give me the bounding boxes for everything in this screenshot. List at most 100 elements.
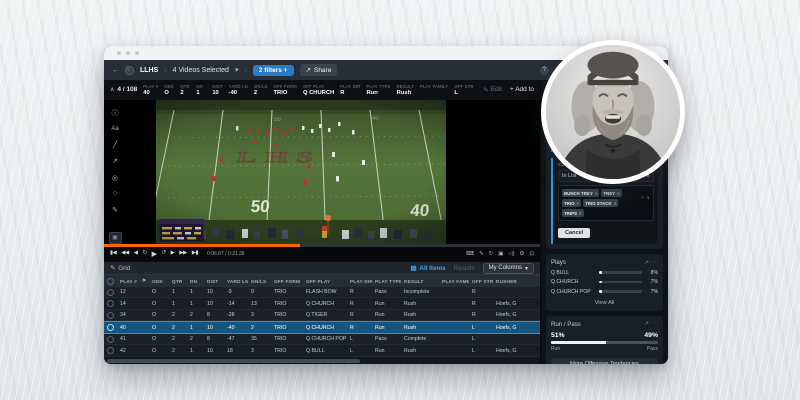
col-offstr[interactable]: OFF STR [469,279,493,284]
skip-start-icon[interactable]: ▮◀ [110,250,116,258]
table-row[interactable]: 42 O 2 1 10 18 3 TRIO Q BULL L Run Rush … [104,345,540,357]
col-playfamily[interactable]: PLAY FAMILY [439,279,469,284]
edit-button[interactable]: ✎ Edit [483,86,502,94]
horizontal-scrollbar[interactable] [104,357,540,364]
col-play[interactable]: PLAY # [117,279,139,284]
cell-playdir: L [347,336,372,342]
col-result[interactable]: RESULT [401,279,439,284]
cancel-button[interactable]: Cancel [558,228,590,238]
col-offform[interactable]: OFF FORM [271,279,303,284]
results-button[interactable]: Results [454,265,475,272]
formation-tag[interactable]: TRIO × [562,199,581,207]
tool-settings-icon[interactable]: ▣ [109,232,122,244]
caret-down-icon[interactable]: ∨ [647,195,650,201]
table-row[interactable]: 40 O 2 1 10 -40 2 TRIO Q CHURCH R Run Ru… [104,321,540,334]
filters-button[interactable]: 2 filters + [253,65,294,76]
col-odk[interactable]: ODK [149,279,169,284]
remove-tag-icon[interactable]: × [579,211,582,216]
flag-icon[interactable]: ⚑ [139,278,149,284]
ellipse-tool-icon[interactable]: ○ [110,189,120,198]
caret-down-icon[interactable]: ▾ [235,66,239,74]
row-radio[interactable] [104,312,117,319]
add-to-button[interactable]: + Add to [510,86,534,93]
video-frame[interactable]: LHS 50 40 50 40 [156,100,446,244]
share-button[interactable]: ↗ Share [300,64,338,76]
videos-selected-dropdown[interactable]: 4 Videos Selected [173,67,229,74]
fast-forward-icon[interactable]: ▶▶ [179,250,186,258]
loop-icon[interactable]: ↻ [489,251,494,257]
formation-tags-input[interactable]: × ∨ BUNCH TREY × TREY × TRIO × TRIO STAC… [558,185,654,221]
clear-tags-icon[interactable]: × [641,195,644,201]
my-columns-dropdown[interactable]: My Columns ▾ [483,263,534,274]
telestrate-icon[interactable]: ✎ [479,251,484,257]
volume-icon[interactable]: ◁) [508,251,514,257]
remove-tag-icon[interactable]: × [614,201,617,206]
row-radio[interactable] [104,289,117,296]
arrow-tool-icon[interactable]: ↗ [110,157,120,166]
window-control-dot[interactable] [126,51,130,55]
formation-tag[interactable]: BUNCH TREY × [562,189,599,197]
scrollbar-thumb[interactable] [107,359,360,363]
cell-odk: O [149,312,169,318]
formation-tag[interactable]: TREY × [601,189,621,197]
all-items-button[interactable]: ▤ All Items [410,265,445,272]
col-dist[interactable]: DIST [204,279,224,284]
remove-tag-icon[interactable]: × [577,201,580,206]
row-radio[interactable] [104,336,117,343]
formation-tag[interactable]: TRIO STACK × [583,199,618,207]
frame-back-icon[interactable]: ◀ [134,250,138,258]
col-rusher[interactable]: RUSHER [493,279,540,284]
highlight-tool-icon[interactable]: ✎ [110,205,120,214]
team-name[interactable]: LLHS [140,67,158,74]
seek-bar[interactable] [104,244,540,247]
loop-back-icon[interactable]: ↻ [142,250,146,258]
window-control-dot[interactable] [117,51,121,55]
col-offplay[interactable]: OFF PLAY [303,279,347,284]
loop-forward-icon[interactable]: ↺ [161,250,165,258]
fullscreen-icon[interactable]: ⊡ [529,251,534,257]
spotlight-tool-icon[interactable]: ◎ [110,173,120,182]
skip-end-icon[interactable]: ▶▮ [192,250,198,258]
table-row[interactable]: 41 O 2 2 8 -47 35 TRIO Q CHURCH POP L Pa… [104,334,540,346]
more-options-icon[interactable]: ⋯ [653,321,658,327]
cell-playtype: Run [372,348,401,354]
rewind-icon[interactable]: ◀◀ [121,250,128,258]
expand-icon[interactable]: ↗ [644,260,648,266]
camera-angle-icon[interactable]: ▣ [498,251,503,257]
col-dn[interactable]: DN [187,279,204,284]
keyboard-shortcuts-icon[interactable]: ⌨ [466,251,474,257]
table-row[interactable]: 14 O 1 1 10 -14 13 TRIO Q CHURCH R Run R… [104,298,540,310]
play-icon[interactable]: ▶ [152,250,157,258]
tag-label: BUNCH TREY [564,191,593,196]
line-tool-icon[interactable]: ╱ [110,141,120,150]
row-radio[interactable] [104,324,117,331]
col-gnls[interactable]: GN/LS [248,279,271,284]
more-options-icon[interactable]: ⋯ [653,260,658,266]
football-field-video: LHS 50 40 50 40 [156,100,446,244]
col-qtr[interactable]: QTR [169,279,187,284]
grid-view-label[interactable]: ✎ Grid [110,265,130,272]
row-radio[interactable] [104,347,117,354]
text-tool-icon[interactable]: Aa [110,125,120,134]
more-offensive-tendencies-button[interactable]: More Offensive Tendencies [551,358,658,364]
col-playdir[interactable]: PLAY DIR [347,279,372,284]
settings-gear-icon[interactable]: ⚙ [519,251,524,257]
table-row[interactable]: 34 O 2 2 8 -28 3 TRIO Q TIGER R Run Rush… [104,310,540,322]
frame-forward-icon[interactable]: ▶ [171,250,175,258]
help-icon[interactable]: ? [540,66,549,75]
row-radio[interactable] [104,300,117,307]
window-control-dot[interactable] [135,51,139,55]
clip-counter[interactable]: ∧ 4 / 108 [110,86,137,93]
expand-icon[interactable]: ↗ [644,321,648,327]
cell-offplay: Q CHURCH [303,301,347,307]
info-icon[interactable]: ⓘ [110,108,120,118]
back-icon[interactable]: ← [112,67,119,74]
formation-tag[interactable]: TRIPS × [562,209,584,217]
col-playtype[interactable]: PLAY TYPE [372,279,401,284]
table-row[interactable]: 12 O 1 1 10 -9 0 TRIO FLASH BOW R Pass I… [104,287,540,299]
col-yardln[interactable]: YARD LN [224,279,248,284]
view-all-link[interactable]: View All [551,300,658,306]
remove-tag-icon[interactable]: × [595,191,598,196]
select-all-radio[interactable] [104,278,117,285]
remove-tag-icon[interactable]: × [617,191,620,196]
